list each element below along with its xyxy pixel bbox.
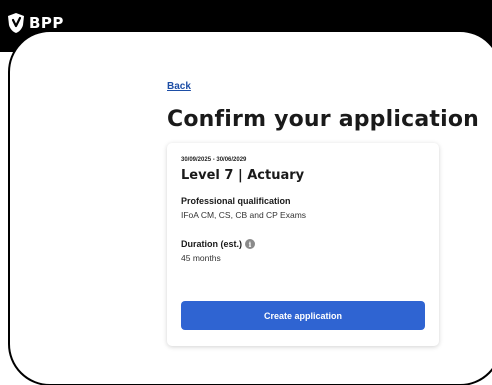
back-link[interactable]: Back: [167, 81, 191, 92]
create-application-button[interactable]: Create application: [181, 301, 425, 330]
course-title: Level 7 | Actuary: [181, 168, 305, 183]
page-title: Confirm your application: [167, 107, 480, 132]
application-summary-card: 30/09/2025 - 30/06/2029 Level 7 | Actuar…: [167, 143, 439, 346]
info-icon[interactable]: i: [245, 239, 256, 249]
duration-label: Duration (est.): [181, 239, 243, 249]
main-content: Back Confirm your application: [167, 76, 487, 132]
create-application-label: Create application: [263, 310, 343, 321]
qualification-label: Professional qualification: [181, 196, 291, 206]
app-window: BPP Back Confirm your application 30/09/…: [0, 0, 492, 385]
course-dates: 30/09/2025 - 30/06/2029: [181, 157, 247, 163]
duration-value: 45 months: [181, 253, 221, 263]
bpp-shield-icon: [8, 13, 24, 33]
qualification-value: IFoA CM, CS, CB and CP Exams: [181, 210, 307, 220]
duration-label-row: Duration (est.) i: [181, 239, 425, 249]
